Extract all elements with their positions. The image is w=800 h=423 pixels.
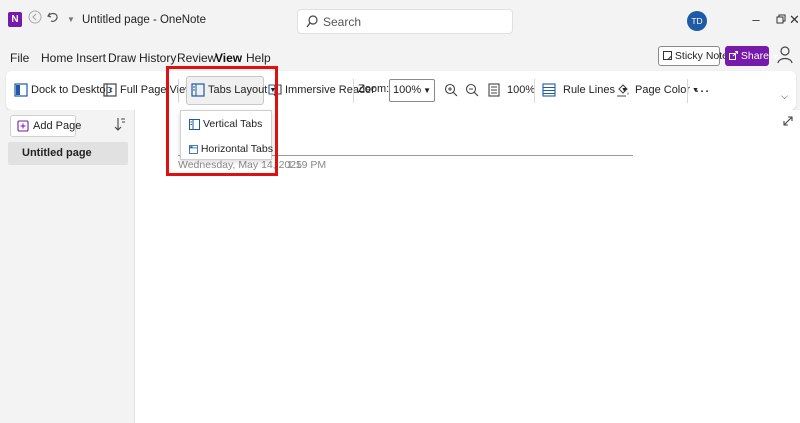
collapse-ribbon-icon[interactable]: ⌵ (781, 91, 788, 102)
zoom-in-button[interactable] (444, 83, 461, 97)
menu-item-vertical-tabs[interactable]: Vertical Tabs (181, 113, 273, 135)
rule-lines-label: Rule Lines (563, 84, 615, 96)
zoom-out-button[interactable] (465, 83, 482, 97)
page-icon (488, 83, 500, 97)
paint-bucket-icon (617, 84, 629, 97)
sort-icon[interactable] (114, 117, 126, 131)
menu-insert[interactable]: Insert (76, 51, 106, 65)
horizontal-tabs-icon (189, 144, 198, 154)
tabs-layout-dropdown: Vertical Tabs Horizontal Tabs (180, 110, 273, 160)
sticky-note-icon (663, 51, 672, 60)
page-list-panel: Add Page Untitled page (0, 110, 134, 423)
tabs-layout-label: Tabs Layout (208, 84, 268, 96)
menu-item-horizontal-tabs[interactable]: Horizontal Tabs (181, 138, 273, 160)
menu-view[interactable]: View (215, 51, 242, 65)
add-page-label: Add Page (33, 120, 82, 132)
ribbon-divider (534, 79, 535, 103)
horizontal-tabs-label: Horizontal Tabs (200, 143, 273, 155)
vertical-tabs-label: Vertical Tabs (203, 118, 263, 130)
window-title: Untitled page - OneNote (82, 14, 207, 26)
search-icon (306, 15, 318, 28)
search-placeholder: Search (323, 15, 362, 29)
close-icon[interactable]: ✕ (789, 10, 800, 30)
zoom-value: 100% (393, 84, 422, 96)
menu-review[interactable]: Review (177, 51, 216, 65)
full-page-icon (103, 83, 117, 97)
more-options-button[interactable]: … (694, 79, 711, 97)
person-icon[interactable] (777, 46, 793, 66)
expand-icon[interactable] (782, 115, 794, 127)
page-list-item[interactable]: Untitled page (8, 142, 128, 165)
vertical-tabs-icon (189, 118, 200, 130)
share-label: Share (740, 50, 769, 62)
zoom-label: Zoom: (358, 83, 390, 95)
zoom-100-label: 100% (507, 84, 536, 96)
add-page-icon (17, 120, 29, 132)
sticky-notes-button[interactable]: Sticky Notes (658, 46, 733, 66)
zoom-in-icon (444, 83, 458, 97)
add-page-button[interactable]: Add Page (10, 115, 81, 137)
zoom-out-icon (465, 83, 479, 97)
ribbon-divider (353, 79, 354, 103)
dock-to-desktop-label: Dock to Desktop (31, 84, 112, 96)
avatar[interactable]: TD (687, 11, 707, 31)
menu-help[interactable]: Help (246, 51, 271, 65)
search-input[interactable]: Search (297, 9, 513, 34)
dock-to-desktop-button[interactable]: Dock to Desktop (14, 83, 112, 97)
undo-icon[interactable] (44, 10, 62, 30)
rule-lines-icon (542, 83, 556, 97)
full-page-view-label: Full Page View (120, 84, 194, 96)
tabs-layout-button[interactable]: Tabs Layout ▼ (186, 76, 276, 105)
zoom-chevron-icon: ▼ (423, 86, 431, 95)
customize-dropdown-icon[interactable]: ▼ (62, 10, 80, 30)
tabs-layout-icon (191, 83, 205, 97)
ribbon-divider (687, 79, 688, 103)
immersive-reader-icon (268, 84, 282, 97)
share-button[interactable]: Share ▼ (725, 46, 779, 66)
restore-icon[interactable] (773, 10, 789, 30)
view-ribbon: Dock to Desktop Full Page View Tabs Layo… (6, 71, 796, 110)
share-icon (729, 51, 738, 60)
title-bar: N ▼ Untitled page - OneNote Search TD – … (0, 0, 800, 42)
minimize-icon[interactable]: – (746, 10, 766, 30)
menu-draw[interactable]: Draw (108, 51, 136, 65)
dock-icon (14, 83, 28, 97)
page-date: Wednesday, May 14, 2025 (178, 159, 302, 171)
menu-file[interactable]: File (10, 51, 29, 65)
full-page-view-button[interactable]: Full Page View (103, 83, 193, 97)
page-color-label: Page Color (635, 84, 691, 96)
menu-home[interactable]: Home (41, 51, 73, 65)
page-time: 1:19 PM (287, 159, 327, 171)
back-icon[interactable] (26, 10, 44, 30)
zoom-select[interactable]: 100% ▼ (389, 79, 435, 102)
zoom-100-button[interactable]: 100% (488, 83, 535, 97)
ribbon-divider (178, 79, 179, 103)
onenote-logo-icon: N (8, 12, 22, 27)
menu-history[interactable]: History (139, 51, 176, 65)
